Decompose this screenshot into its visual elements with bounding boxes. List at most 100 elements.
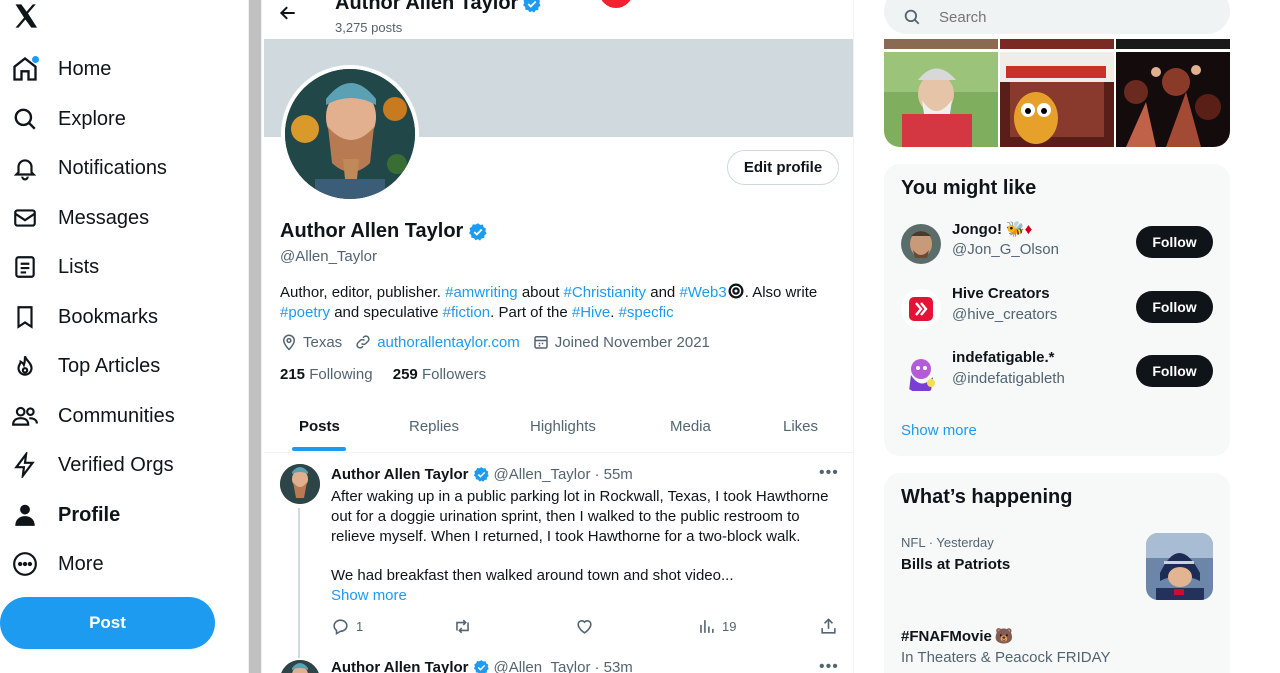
profile-avatar[interactable]: [281, 65, 419, 203]
scrollbar-thumb[interactable]: [249, 0, 261, 673]
user-avatar[interactable]: [901, 353, 941, 393]
trend-name-text: #FNAFMovie: [901, 627, 992, 645]
bio-text: Author, editor, publisher.: [280, 284, 446, 301]
views-button[interactable]: 19: [697, 617, 736, 636]
people-icon: [10, 401, 40, 431]
verified-badge-icon: [473, 660, 489, 673]
tweet-text: We had breakfast then walked around town…: [331, 567, 734, 584]
trend-subtitle: In Theaters & Peacock FRIDAY: [901, 649, 1111, 666]
verified-badge-icon: [523, 0, 541, 13]
tweet-avatar[interactable]: [280, 660, 320, 673]
tweet-author-name[interactable]: Author Allen Taylor: [331, 466, 469, 483]
suggested-user[interactable]: Hive Creators @hive_creators Follow: [901, 285, 1213, 333]
show-more-link[interactable]: Show more: [901, 422, 977, 439]
edit-profile-button[interactable]: Edit profile: [727, 150, 839, 185]
show-more-link[interactable]: Show more: [331, 587, 407, 604]
suggested-user[interactable]: Jongo! 🐝♦ @Jon_G_Olson Follow: [901, 220, 1213, 268]
tweet-author-handle[interactable]: @Allen_Taylor: [494, 466, 591, 483]
hashtag-link[interactable]: #Web3: [679, 284, 726, 301]
nav-verified-orgs[interactable]: Verified Orgs: [10, 443, 174, 487]
more-options-icon[interactable]: •••: [819, 658, 839, 673]
more-options-icon[interactable]: •••: [819, 464, 839, 482]
post-button[interactable]: Post: [0, 597, 215, 649]
tab-highlights[interactable]: Highlights: [530, 400, 596, 453]
search-icon: [10, 104, 40, 134]
suggested-user[interactable]: indefatigable.* @indefatigableth Follow: [901, 349, 1213, 397]
user-name: indefatigable.*: [952, 349, 1055, 366]
nav-explore[interactable]: Explore: [10, 97, 126, 141]
tweet-time[interactable]: · 53m: [594, 659, 632, 673]
x-logo-icon[interactable]: [12, 2, 40, 30]
user-handle: @hive_creators: [952, 306, 1058, 323]
nav-label: Profile: [58, 503, 121, 526]
media-thumbnail[interactable]: [1000, 39, 1114, 49]
hashtag-link[interactable]: #Hive: [572, 304, 610, 321]
tweet-author-handle[interactable]: @Allen_Taylor: [494, 659, 591, 673]
hashtag-link[interactable]: #amwriting: [445, 284, 518, 301]
following-count: 215: [280, 366, 306, 383]
tab-posts[interactable]: Posts: [299, 400, 340, 453]
trend-meta: NFL · Yesterday: [901, 535, 994, 550]
card-title: What’s happening: [901, 486, 1073, 508]
header-name: Author Allen Taylor: [335, 0, 542, 15]
search-input[interactable]: [939, 8, 1199, 26]
nav-top-articles[interactable]: Top Articles: [10, 344, 160, 388]
follow-button[interactable]: Follow: [1136, 226, 1213, 258]
header-post-count: 3,275 posts: [335, 20, 403, 35]
bookmark-icon: [10, 302, 40, 332]
tab-likes[interactable]: Likes: [783, 400, 818, 453]
header-name-text: Author Allen Taylor: [335, 0, 519, 14]
followers-link[interactable]: 259 Followers: [393, 366, 486, 383]
nav-bookmarks[interactable]: Bookmarks: [10, 295, 158, 339]
flame-icon: [10, 351, 40, 381]
reply-button[interactable]: 1: [331, 617, 363, 636]
follow-button[interactable]: Follow: [1136, 291, 1213, 323]
verified-badge-icon[interactable]: [468, 222, 488, 242]
media-thumbnail[interactable]: [884, 52, 998, 147]
reply-count: 1: [356, 619, 364, 634]
user-avatar[interactable]: [901, 289, 941, 329]
nav-messages[interactable]: Messages: [10, 196, 149, 240]
tab-replies[interactable]: Replies: [409, 400, 459, 453]
follow-button[interactable]: Follow: [1136, 355, 1213, 387]
hashtag-link[interactable]: #poetry: [280, 304, 330, 321]
website-item: authorallentaylor.com: [354, 333, 520, 351]
nav-home[interactable]: Home: [10, 47, 111, 91]
bio-text: . Also write: [744, 284, 818, 301]
nav-lists[interactable]: Lists: [10, 245, 99, 289]
following-link[interactable]: 215 Following: [280, 366, 373, 383]
scrollbar[interactable]: [248, 0, 262, 673]
tweet-author-name[interactable]: Author Allen Taylor: [331, 659, 469, 673]
media-thumbnail[interactable]: [1116, 39, 1230, 49]
nav-profile[interactable]: Profile: [10, 493, 120, 537]
card-title: You might like: [901, 177, 1037, 199]
tweet-time[interactable]: · 55m: [594, 466, 632, 483]
user-name-emoji: 🐝♦: [1006, 221, 1033, 238]
trend-thumbnail[interactable]: [1146, 533, 1213, 600]
search-box[interactable]: [884, 0, 1230, 34]
hashtag-link[interactable]: #fiction: [443, 304, 491, 321]
back-arrow-icon[interactable]: [278, 3, 302, 23]
trend-name: Bills at Patriots: [901, 556, 1011, 573]
like-button[interactable]: [575, 617, 594, 636]
user-avatar[interactable]: [901, 224, 941, 264]
media-thumbnail[interactable]: [884, 39, 998, 49]
tab-media[interactable]: Media: [670, 400, 711, 453]
notification-dot: [32, 56, 39, 63]
repost-button[interactable]: [453, 617, 472, 636]
nav-communities[interactable]: Communities: [10, 394, 175, 438]
website-link[interactable]: authorallentaylor.com: [377, 334, 520, 351]
media-thumbnail[interactable]: [1000, 52, 1114, 147]
tweet-avatar[interactable]: [280, 464, 320, 504]
more-circle-icon: [10, 549, 40, 579]
nav-more[interactable]: More: [10, 542, 104, 586]
nav-label: More: [58, 552, 104, 575]
share-button[interactable]: [819, 617, 838, 636]
hashtag-link[interactable]: #specfic: [619, 304, 674, 321]
web3-symbol-icon: [728, 283, 744, 299]
list-icon: [10, 252, 40, 282]
nav-notifications[interactable]: Notifications: [10, 146, 167, 190]
repost-icon: [456, 619, 469, 634]
hashtag-link[interactable]: #Christianity: [564, 284, 647, 301]
media-thumbnail[interactable]: [1116, 52, 1230, 147]
